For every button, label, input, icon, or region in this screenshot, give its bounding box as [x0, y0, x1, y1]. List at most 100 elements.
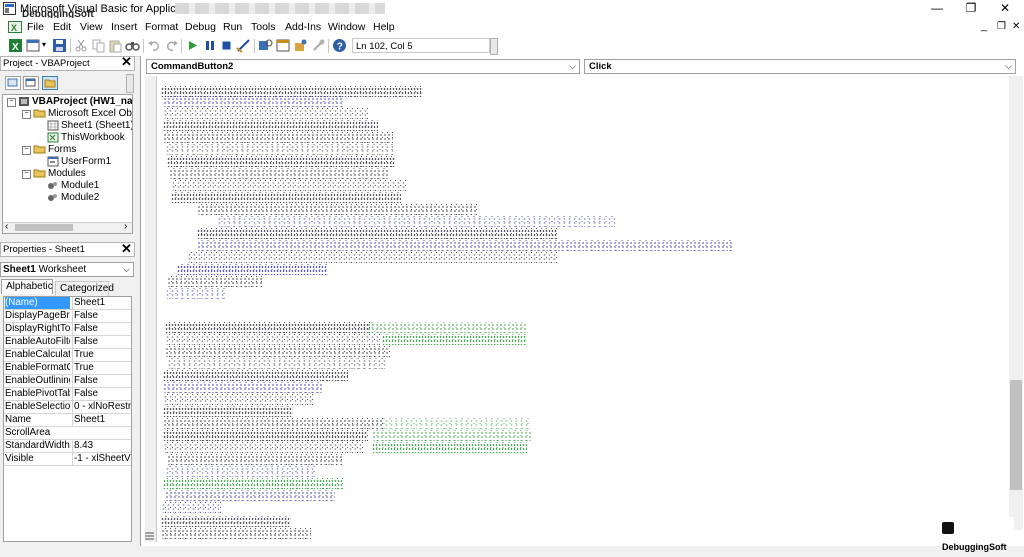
break-icon[interactable] — [202, 38, 217, 53]
scroll-right-icon[interactable]: › — [124, 221, 127, 232]
property-row[interactable]: Visible -1 - xlSheetVis — [4, 453, 131, 466]
code-line — [163, 96, 343, 107]
project-toolbar-overflow[interactable] — [126, 74, 134, 93]
save-icon[interactable] — [52, 38, 67, 53]
insert-userform-icon[interactable] — [26, 38, 41, 53]
menu-debug[interactable]: Debug — [185, 21, 216, 33]
property-row[interactable]: EnableCalculatioTrue — [4, 349, 131, 362]
view-object-icon[interactable] — [23, 76, 39, 90]
excel-icon[interactable]: X — [8, 38, 23, 53]
project-panel-close-button[interactable]: ✕ — [120, 55, 133, 69]
code-editor[interactable] — [157, 76, 1009, 542]
excel-view-icon[interactable]: X — [8, 21, 22, 33]
property-row[interactable]: StandardWidth 8.43 — [4, 440, 131, 453]
menu-tools[interactable]: Tools — [251, 21, 276, 33]
insert-dropdown-arrow-icon[interactable]: ▾ — [42, 40, 46, 49]
menu-file[interactable]: File — [27, 21, 44, 33]
help-icon[interactable]: ? — [332, 38, 347, 53]
object-browser-icon[interactable] — [293, 38, 308, 53]
chevron-down-icon: ⌵ — [1005, 61, 1012, 71]
collapse-toggle-icon[interactable]: − — [22, 110, 31, 119]
run-icon[interactable] — [185, 38, 200, 53]
procedure-view-icon[interactable] — [144, 531, 156, 542]
menu-help[interactable]: Help — [373, 21, 395, 33]
properties-window-icon[interactable] — [276, 38, 291, 53]
menu-add-ins[interactable]: Add-Ins — [285, 21, 321, 33]
menu-view[interactable]: View — [80, 21, 103, 33]
tree-node-sheet1[interactable]: Sheet1 (Sheet1) — [47, 120, 132, 132]
menu-run[interactable]: Run — [223, 21, 242, 33]
code-line — [163, 132, 393, 143]
view-code-icon[interactable] — [5, 76, 21, 90]
property-row[interactable]: EnableOutlining False — [4, 375, 131, 388]
code-line — [165, 466, 315, 477]
tree-node-excel-objects[interactable]: Microsoft Excel Objec — [33, 108, 132, 120]
tree-node-label: VBAProject (HW1_nai — [32, 96, 133, 108]
reset-icon[interactable] — [219, 38, 234, 53]
undo-icon[interactable] — [147, 38, 162, 53]
object-dropdown[interactable]: CommandButton2 ⌵ — [146, 59, 580, 74]
properties-object-dropdown[interactable]: Sheet1 Worksheet ⌵ — [0, 262, 134, 277]
scroll-thumb[interactable] — [15, 224, 73, 231]
inner-restore-button[interactable]: ❐ — [997, 21, 1006, 32]
property-row[interactable]: ScrollArea — [4, 427, 131, 440]
code-line — [163, 394, 313, 405]
menu-window[interactable]: Window — [328, 21, 365, 33]
find-icon[interactable] — [125, 38, 140, 53]
standard-toolbar: X ▾ ? — [0, 36, 1024, 57]
code-line — [163, 370, 348, 381]
tree-node-module1[interactable]: Module1 — [47, 180, 99, 192]
tree-node-modules[interactable]: Modules — [33, 168, 86, 180]
property-row[interactable]: DisplayPageBreaFalse — [4, 310, 131, 323]
property-row[interactable]: EnableAutoFilte False — [4, 336, 131, 349]
design-mode-icon[interactable] — [236, 38, 251, 53]
maximize-button[interactable]: ❐ — [954, 0, 988, 18]
svg-text:X: X — [12, 42, 19, 53]
tree-node-userform1[interactable]: UserForm1 — [47, 156, 111, 168]
menu-format[interactable]: Format — [145, 21, 178, 33]
project-explorer-icon[interactable] — [258, 38, 273, 53]
code-line — [165, 346, 390, 357]
code-line — [161, 516, 291, 527]
code-line — [217, 216, 617, 227]
redo-icon[interactable] — [164, 38, 179, 53]
scroll-left-icon[interactable]: ‹ — [5, 221, 8, 232]
collapse-toggle-icon[interactable]: − — [7, 98, 16, 107]
property-row[interactable]: EnableFormatCcTrue — [4, 362, 131, 375]
properties-panel-close-button[interactable]: ✕ — [120, 242, 133, 256]
toolbox-icon[interactable] — [311, 38, 326, 53]
copy-icon[interactable] — [91, 38, 106, 53]
tab-alphabetic[interactable]: Alphabetic — [1, 279, 53, 294]
collapse-toggle-icon[interactable]: − — [22, 146, 31, 155]
toggle-folders-icon[interactable] — [42, 76, 58, 90]
collapse-toggle-icon[interactable]: − — [22, 170, 31, 179]
toolbar-overflow-handle[interactable] — [490, 38, 498, 55]
project-panel-header: Project - VBAProject — [0, 56, 135, 71]
property-row[interactable]: EnableSelection 0 - xlNoRestric — [4, 401, 131, 414]
menu-insert[interactable]: Insert — [111, 21, 137, 33]
inner-minimize-button[interactable]: _ — [981, 20, 987, 32]
code-line — [372, 430, 532, 441]
tree-node-forms[interactable]: Forms — [33, 144, 76, 156]
property-row[interactable]: EnablePivotTabl False — [4, 388, 131, 401]
tree-node-label: Modules — [48, 168, 86, 179]
menu-edit[interactable]: Edit — [53, 21, 71, 33]
folder-open-icon — [33, 109, 46, 118]
project-tree-scrollbar[interactable]: ‹ › — [3, 221, 132, 233]
cut-icon[interactable] — [74, 38, 89, 53]
procedure-dropdown[interactable]: Click ⌵ — [584, 59, 1016, 74]
tab-categorized[interactable]: Categorized — [55, 281, 114, 296]
tree-node-thisworkbook[interactable]: ThisWorkbook — [47, 132, 125, 144]
tree-node-vbaproject[interactable]: VBAProject (HW1_nai — [18, 96, 133, 108]
tree-node-module2[interactable]: Module2 — [47, 192, 99, 204]
property-row[interactable]: DisplayRightToL False — [4, 323, 131, 336]
inner-close-button[interactable]: ✕ — [1012, 21, 1020, 32]
code-line — [163, 430, 368, 441]
close-button[interactable]: ✕ — [988, 0, 1022, 18]
property-row[interactable]: (Name) Sheet1 — [4, 297, 131, 310]
code-margin-indicator-bar[interactable] — [145, 76, 157, 542]
paste-icon[interactable] — [108, 38, 123, 53]
property-row[interactable]: Name Sheet1 — [4, 414, 131, 427]
code-scroll-thumb[interactable] — [1010, 380, 1022, 490]
minimize-button[interactable]: — — [920, 0, 954, 18]
